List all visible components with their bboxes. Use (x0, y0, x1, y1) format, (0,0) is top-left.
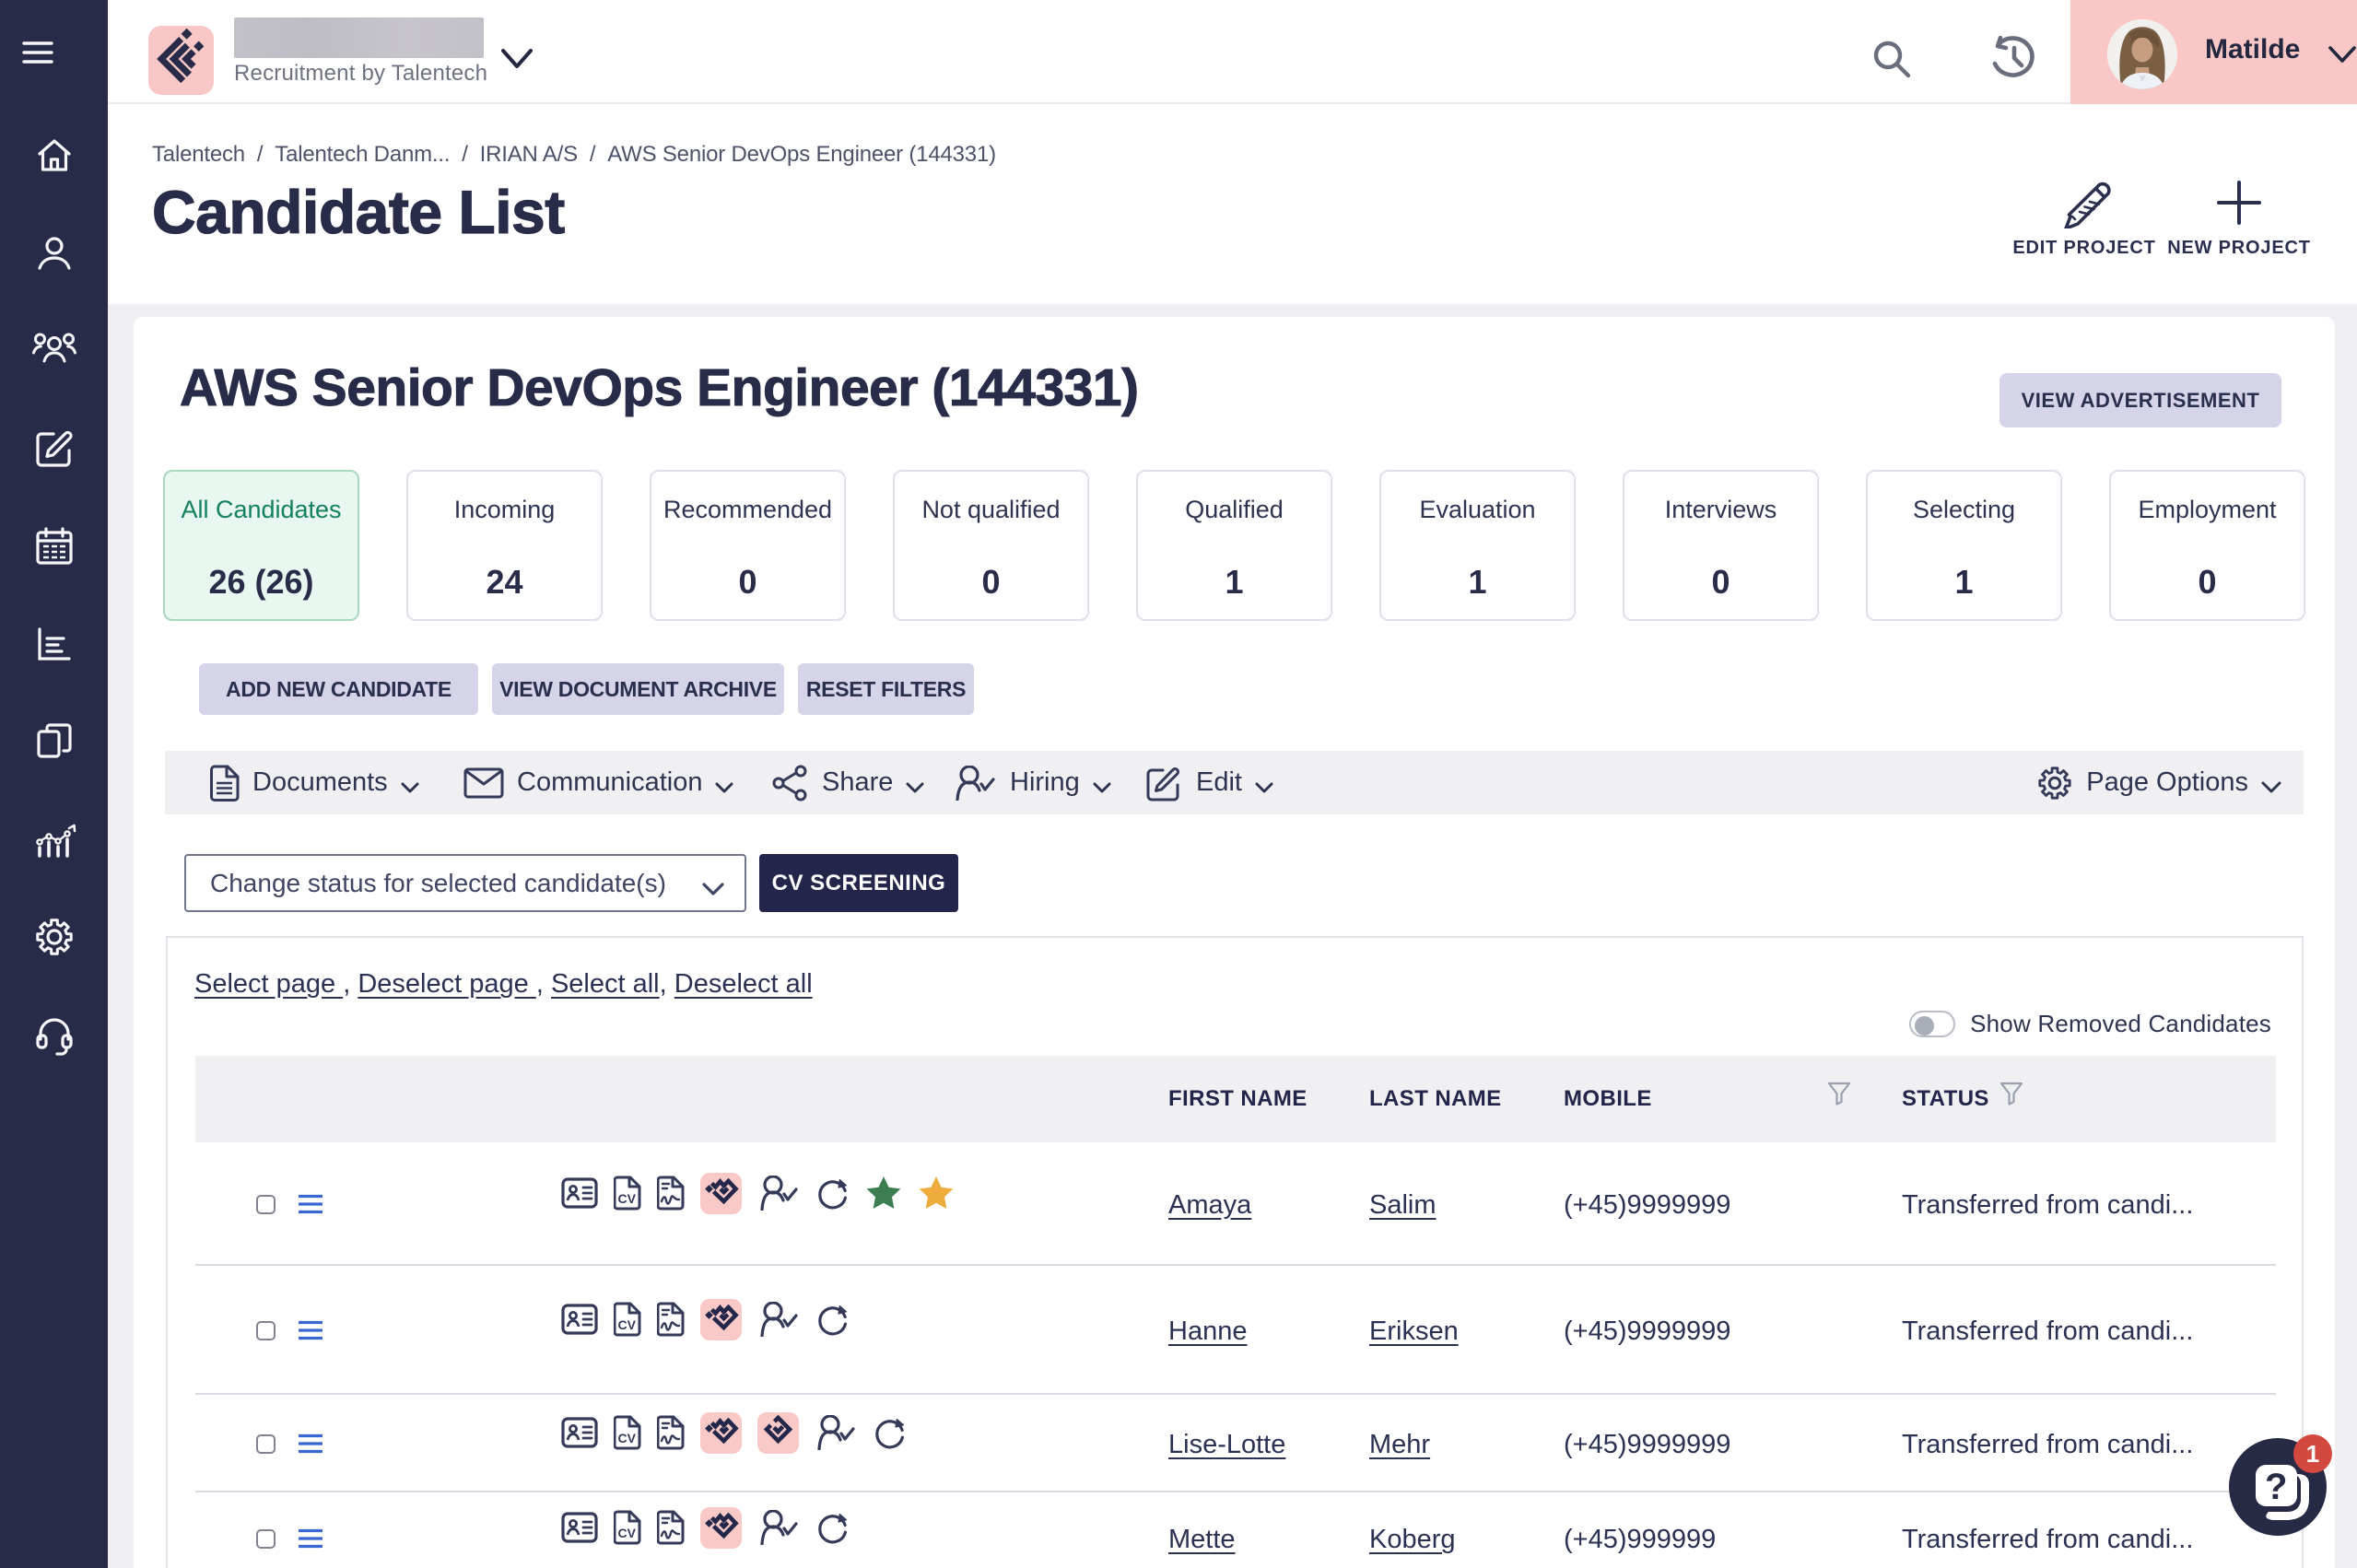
svg-text:CV: CV (618, 1191, 637, 1206)
svg-text:CV: CV (618, 1431, 637, 1445)
svg-text:CV: CV (618, 1317, 637, 1332)
svg-text:CV: CV (618, 1526, 637, 1540)
svg-text:?: ? (2265, 1467, 2287, 1507)
